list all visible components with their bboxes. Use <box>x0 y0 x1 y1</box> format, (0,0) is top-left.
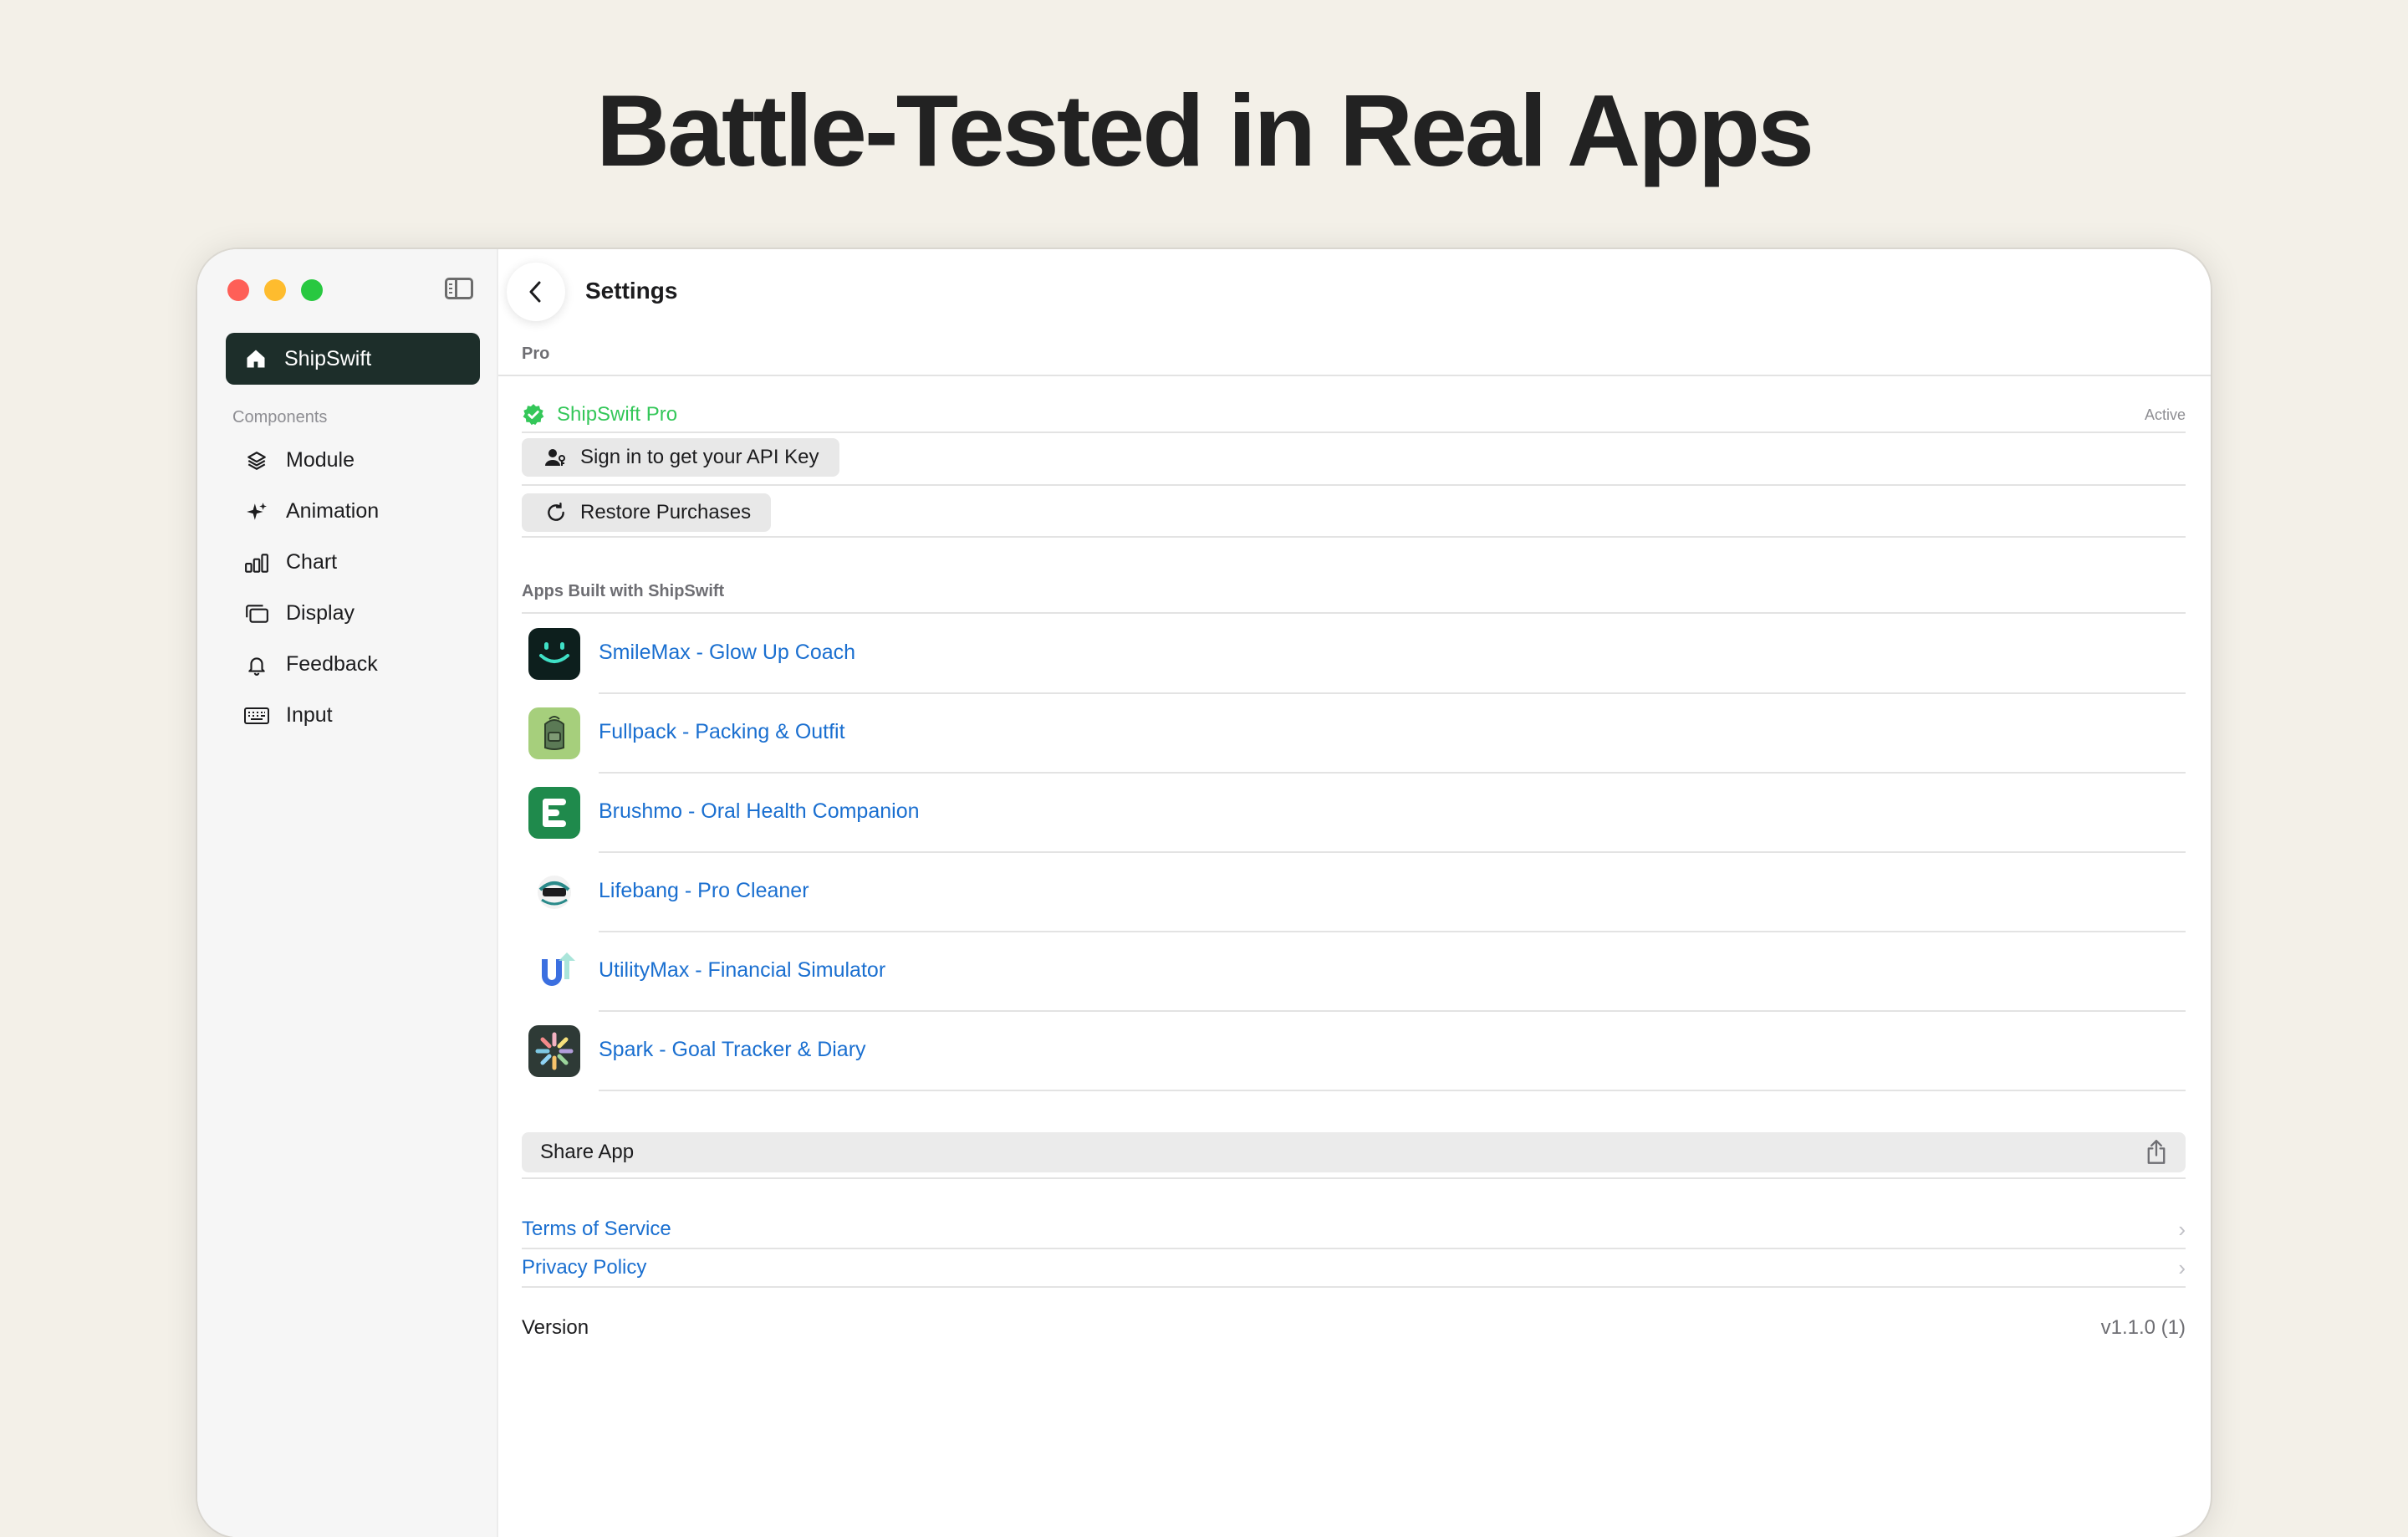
smilemax-app-icon <box>528 628 580 680</box>
zoom-window-button[interactable] <box>301 279 323 301</box>
fullpack-app-icon <box>528 707 580 759</box>
section-divider <box>522 612 2186 614</box>
chevron-left-icon <box>529 281 541 303</box>
window-controls <box>227 279 323 301</box>
row-divider <box>522 1177 2186 1179</box>
sidebar-item-label: Feedback <box>286 652 378 676</box>
row-divider <box>522 536 2186 538</box>
keyboard-icon <box>244 703 269 728</box>
bell-icon <box>244 652 269 677</box>
lifebang-app-icon <box>528 866 580 918</box>
sidebar-item-label: ShipSwift <box>284 346 372 370</box>
version-value: v1.1.0 (1) <box>2100 1316 2186 1339</box>
share-icon <box>2147 1140 2166 1164</box>
sidebar-item-label: Input <box>286 703 333 727</box>
row-divider <box>599 1090 2186 1091</box>
app-row-lifebang[interactable]: Lifebang - Pro Cleaner <box>522 853 2186 932</box>
verified-badge-icon <box>523 404 544 426</box>
app-name-link[interactable]: UtilityMax - Financial Simulator <box>599 958 885 983</box>
app-row-spark[interactable]: Spark - Goal Tracker & Diary <box>522 1012 2186 1091</box>
pro-status-row: ShipSwift Pro Active <box>522 398 2186 431</box>
sidebar-item-input[interactable]: Input <box>226 690 480 741</box>
app-name-link[interactable]: Spark - Goal Tracker & Diary <box>599 1038 866 1062</box>
apps-section-header: Apps Built with ShipSwift <box>522 582 725 600</box>
sidebar-item-label: Animation <box>286 499 380 523</box>
app-name-link[interactable]: Fullpack - Packing & Outfit <box>599 720 845 744</box>
sidebar-nav: Module Animation Chart Display Feedback … <box>226 435 480 741</box>
section-divider <box>498 375 2211 376</box>
settings-panel: Settings Pro ShipSwift Pro Active Sign i… <box>498 249 2211 1537</box>
sidebar-item-shipswift[interactable]: ShipSwift <box>226 333 480 385</box>
hero-title: Battle-Tested in Real Apps <box>595 74 1814 187</box>
privacy-label: Privacy Policy <box>522 1256 647 1279</box>
sidebar-item-display[interactable]: Display <box>226 588 480 639</box>
row-divider <box>522 1286 2186 1288</box>
home-icon <box>247 350 265 368</box>
pro-status-badge: Active <box>2144 406 2186 423</box>
sidebar-toggle-icon[interactable] <box>445 278 473 299</box>
sidebar-item-chart[interactable]: Chart <box>226 537 480 588</box>
row-divider <box>522 484 2186 486</box>
sidebar-item-label: Chart <box>286 550 338 574</box>
sign-in-button[interactable]: Sign in to get your API Key <box>522 438 839 477</box>
layers-icon <box>244 448 269 473</box>
sidebar-item-feedback[interactable]: Feedback <box>226 639 480 690</box>
close-window-button[interactable] <box>227 279 249 301</box>
pro-plan-label: ShipSwift Pro <box>557 403 678 426</box>
sidebar-item-label: Module <box>286 448 355 472</box>
share-app-button[interactable]: Share App <box>522 1132 2186 1172</box>
chevron-right-icon: › <box>2178 1216 2186 1242</box>
chart-icon <box>244 550 269 575</box>
person-key-icon <box>543 445 569 470</box>
app-row-utilitymax[interactable]: UtilityMax - Financial Simulator <box>522 932 2186 1012</box>
app-name-link[interactable]: Lifebang - Pro Cleaner <box>599 879 809 903</box>
restore-purchases-label: Restore Purchases <box>580 501 752 523</box>
share-app-label: Share App <box>540 1141 635 1163</box>
terms-label: Terms of Service <box>522 1218 671 1240</box>
minimize-window-button[interactable] <box>264 279 286 301</box>
privacy-policy-link[interactable]: Privacy Policy › <box>522 1249 2186 1286</box>
sidebar-item-animation[interactable]: Animation <box>226 486 480 537</box>
sidebar-item-label: Display <box>286 601 355 625</box>
sparkle-icon <box>244 499 269 524</box>
app-name-link[interactable]: SmileMax - Glow Up Coach <box>599 641 855 665</box>
chevron-right-icon: › <box>2178 1254 2186 1280</box>
back-button[interactable] <box>507 263 565 321</box>
app-row-brushmo[interactable]: Brushmo - Oral Health Companion <box>522 774 2186 853</box>
row-divider <box>522 431 2186 433</box>
display-icon <box>244 601 269 626</box>
refresh-icon <box>543 500 569 525</box>
sidebar-section-label: Components <box>232 408 328 426</box>
page-title: Settings <box>585 278 678 304</box>
sidebar-item-module[interactable]: Module <box>226 435 480 486</box>
spark-app-icon <box>528 1025 580 1077</box>
app-row-smilemax[interactable]: SmileMax - Glow Up Coach <box>522 615 2186 694</box>
app-row-fullpack[interactable]: Fullpack - Packing & Outfit <box>522 694 2186 774</box>
pro-section-header: Pro <box>522 345 550 363</box>
app-name-link[interactable]: Brushmo - Oral Health Companion <box>599 799 920 824</box>
version-label: Version <box>522 1316 589 1339</box>
version-row: Version v1.1.0 (1) <box>522 1310 2186 1346</box>
sidebar: ShipSwift Components Module Animation Ch… <box>197 249 498 1537</box>
brushmo-app-icon <box>528 787 580 839</box>
restore-purchases-button[interactable]: Restore Purchases <box>522 493 772 532</box>
app-window: ShipSwift Components Module Animation Ch… <box>197 249 2211 1537</box>
terms-of-service-link[interactable]: Terms of Service › <box>522 1211 2186 1248</box>
sign-in-button-label: Sign in to get your API Key <box>580 446 819 468</box>
utilitymax-app-icon <box>528 946 580 998</box>
